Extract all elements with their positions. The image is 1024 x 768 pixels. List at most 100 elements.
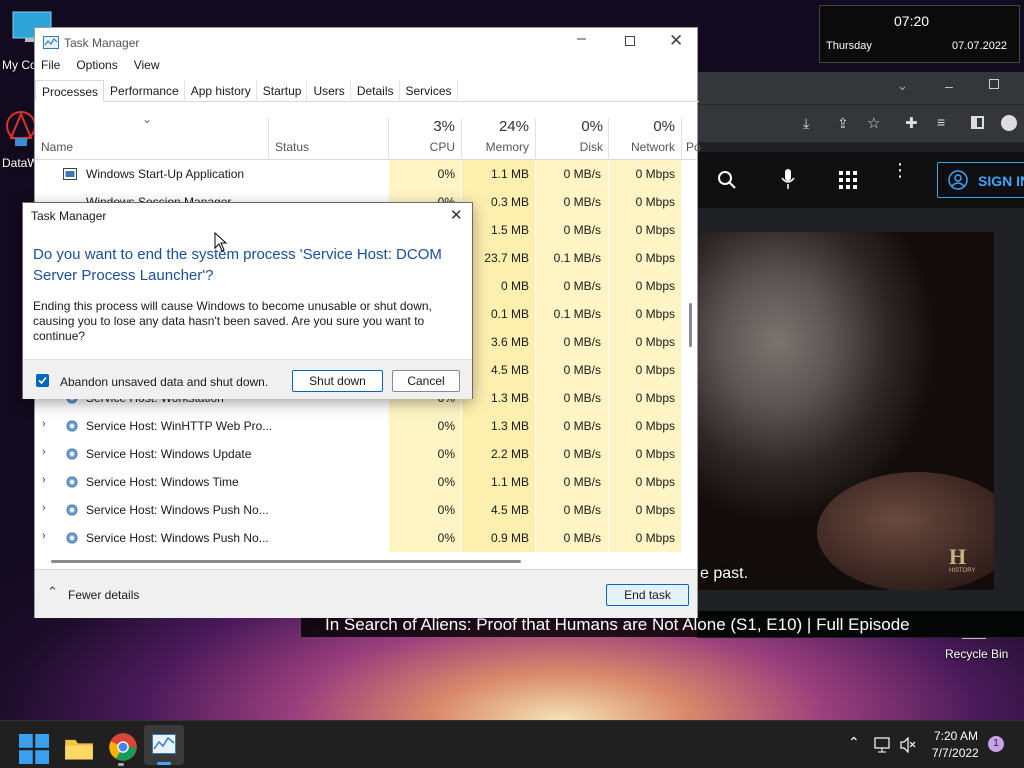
gear-icon (66, 504, 78, 516)
window-app-icon (63, 168, 77, 180)
clock-day: Thursday (826, 40, 872, 52)
task-manager-titlebar[interactable]: Task Manager – ✕ (35, 28, 697, 58)
table-row[interactable]: › Service Host: Windows Push No... 0% 0.… (35, 524, 681, 552)
table-row[interactable]: › Service Host: Windows Update 0% 2.2 MB… (35, 440, 681, 468)
dialog-body: Ending this process will cause Windows t… (33, 299, 432, 343)
header-memory[interactable]: Memory (475, 140, 529, 154)
gear-icon (66, 476, 78, 488)
header-network[interactable]: Network (621, 140, 675, 154)
header-network-pct: 0% (653, 118, 675, 135)
task-manager-taskbar-button[interactable] (144, 725, 184, 765)
history-logo: H (949, 544, 967, 569)
gear-icon (66, 532, 78, 544)
youtube-header: ⋮ SIGN IN (697, 152, 1024, 208)
header-memory-pct: 24% (498, 118, 529, 135)
expand-chevron-icon[interactable]: › (42, 446, 46, 458)
close-button[interactable]: ✕ (669, 31, 683, 51)
end-process-dialog[interactable]: Task Manager ✕ Do you want to end the sy… (22, 202, 473, 399)
taskbar-date[interactable]: 7/7/2022 (932, 746, 979, 760)
expand-chevron-icon[interactable]: › (42, 474, 46, 486)
task-manager-icon (152, 734, 176, 754)
header-power[interactable]: Po (686, 140, 701, 154)
header-disk[interactable]: Disk (549, 140, 603, 154)
sign-in-button[interactable]: SIGN IN (937, 162, 1024, 198)
expand-chevron-icon[interactable]: › (42, 530, 46, 542)
abandon-data-label[interactable]: Abandon unsaved data and shut down. (60, 375, 268, 389)
browser-tabbar: ⌄ – (697, 72, 1024, 104)
active-indicator (157, 762, 171, 765)
maximize-button[interactable] (625, 36, 635, 46)
header-disk-pct: 0% (581, 118, 603, 135)
table-row[interactable]: › Service Host: WinHTTP Web Pro... 0% 1.… (35, 412, 681, 440)
more-vert-icon[interactable]: ⋮ (891, 161, 909, 179)
table-row[interactable]: › Service Host: Windows Time 0% 1.1 MB 0… (35, 468, 681, 496)
media-icon[interactable]: ≡ (937, 114, 945, 130)
file-explorer-icon[interactable] (64, 733, 94, 763)
expand-chevron-icon[interactable]: › (42, 418, 46, 430)
table-row[interactable]: › Service Host: Windows Push No... 0% 4.… (35, 496, 681, 524)
share-icon[interactable]: ⇪ (837, 115, 849, 132)
tab-processes[interactable]: Processes (35, 80, 105, 102)
running-indicator (118, 763, 124, 766)
chevron-up-icon[interactable]: ⌃ (47, 584, 58, 600)
taskbar: ⌃ 7:20 AM 7/7/2022 1 (0, 720, 1024, 768)
header-cpu[interactable]: CPU (405, 140, 455, 154)
chrome-icon[interactable] (108, 732, 138, 762)
menu-options[interactable]: Options (76, 58, 117, 72)
windows-start-icon[interactable] (19, 734, 49, 764)
tab-app-history[interactable]: App history (185, 80, 257, 102)
microphone-icon[interactable] (781, 168, 795, 190)
task-manager-icon (43, 36, 59, 49)
cancel-button[interactable]: Cancel (392, 370, 460, 392)
extensions-icon[interactable]: ✚ (905, 114, 918, 132)
app-icon (3, 108, 37, 146)
table-row[interactable]: Windows Start-Up Application 0% 1.1 MB 0… (35, 160, 681, 188)
apps-grid-icon[interactable] (839, 171, 857, 189)
fewer-details-link[interactable]: Fewer details (68, 588, 139, 602)
expand-chevron-icon[interactable]: › (42, 502, 46, 514)
dialog-heading: Do you want to end the system process 'S… (33, 246, 442, 284)
end-task-button[interactable]: End task (606, 584, 689, 606)
dialog-title: Task Manager (31, 209, 107, 223)
download-icon[interactable]: ⤓ (803, 115, 809, 132)
abandon-data-checkbox[interactable] (36, 374, 49, 387)
tab-performance[interactable]: Performance (104, 80, 185, 102)
gear-icon (66, 420, 78, 432)
tab-users[interactable]: Users (307, 80, 351, 102)
sidepanel-icon[interactable] (971, 116, 984, 129)
browser-toolbar: ⤓ ⇪ ☆ ✚ ≡ (697, 104, 1024, 142)
dialog-close-button[interactable]: ✕ (450, 206, 463, 224)
desktop-icon-label: Recycle Bin (945, 647, 1009, 661)
taskbar-time[interactable]: 7:20 AM (934, 729, 978, 743)
profile-icon[interactable] (1001, 115, 1017, 131)
header-cpu-pct: 3% (433, 118, 455, 135)
chevron-down-icon[interactable]: ⌄ (897, 78, 908, 94)
gear-icon (66, 448, 78, 460)
header-name[interactable]: Name (41, 140, 73, 154)
notification-badge[interactable]: 1 (988, 736, 1004, 752)
clock-date: 07.07.2022 (952, 40, 1008, 52)
star-icon[interactable]: ☆ (867, 114, 880, 132)
volume-muted-icon[interactable] (899, 737, 917, 753)
header-status[interactable]: Status (275, 140, 309, 154)
chevron-up-icon[interactable]: ⌃ (848, 734, 860, 751)
video-player[interactable]: H HISTORY (697, 232, 994, 590)
network-icon[interactable] (874, 737, 892, 753)
search-icon[interactable] (717, 170, 737, 190)
sort-chevron-icon[interactable]: ⌄ (142, 112, 152, 126)
maximize-icon[interactable] (989, 79, 999, 89)
account-icon (948, 170, 968, 190)
minimize-button[interactable]: – (577, 30, 586, 48)
minimize-icon[interactable]: – (945, 78, 953, 94)
checkmark-icon (38, 376, 47, 385)
shut-down-button[interactable]: Shut down (292, 370, 383, 392)
history-watermark: HISTORY (949, 568, 976, 574)
tab-startup[interactable]: Startup (257, 80, 308, 102)
clock-widget: 07:20 Thursday 07.07.2022 (819, 5, 1020, 63)
tab-details[interactable]: Details (351, 80, 400, 102)
menu-file[interactable]: File (41, 58, 60, 72)
menu-view[interactable]: View (134, 58, 160, 72)
tab-services[interactable]: Services (400, 80, 458, 102)
vertical-scrollbar[interactable] (689, 303, 692, 347)
horizontal-scrollbar[interactable] (51, 560, 521, 563)
